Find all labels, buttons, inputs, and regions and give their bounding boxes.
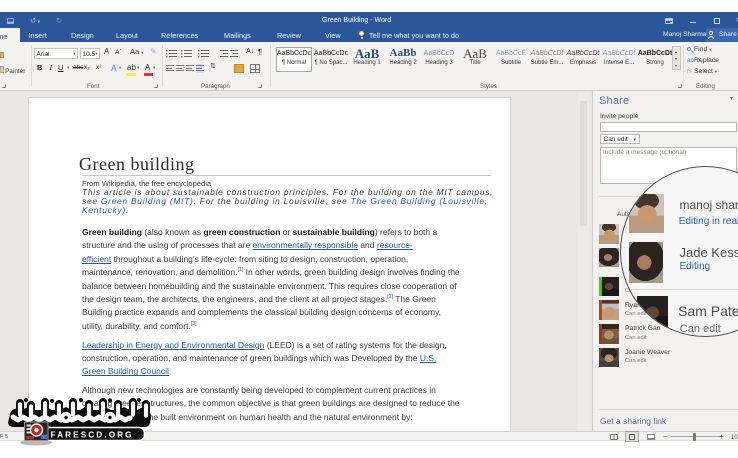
svg-text:FARESCD.ORG: FARESCD.ORG [51, 431, 134, 440]
